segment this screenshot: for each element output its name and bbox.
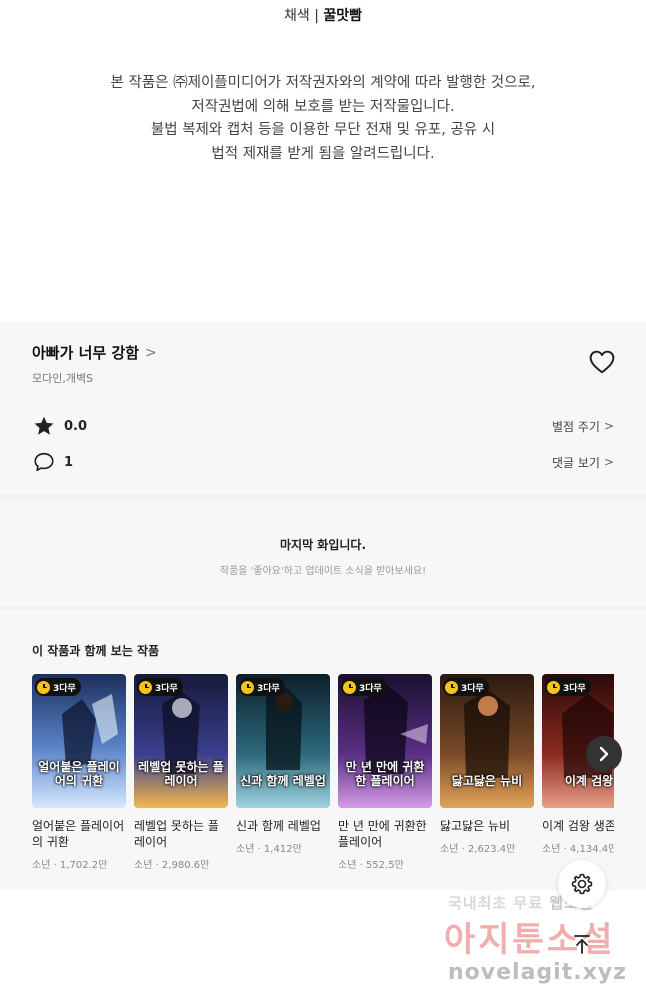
view-comments-button[interactable]: 댓글 보기 > — [552, 454, 614, 471]
cover-image: 만 년 만에 귀환한 플레이어 3다무 — [338, 674, 432, 808]
badge-label: 3다무 — [359, 683, 382, 694]
recommendation-meta: 소년 · 1,412만 — [236, 844, 302, 855]
scroll-top-button[interactable] — [558, 920, 606, 968]
wait-free-badge: 3다무 — [137, 678, 183, 696]
clock-icon — [547, 680, 560, 694]
recommendations-section: 이 작품과 함께 보는 작품 얼어붙은 플레이어의 귀환 3다무 얼어붙은 플레… — [0, 610, 646, 890]
star-icon — [32, 414, 56, 438]
recommendation-meta: 소년 · 1,702.2만 — [32, 860, 108, 871]
recommendation-title: 닳고닳은 뉴비 — [440, 819, 511, 833]
cover-title: 닳고닳은 뉴비 — [451, 774, 523, 788]
badge-label: 3다무 — [155, 683, 178, 694]
badge-label: 3다무 — [53, 683, 76, 694]
view-comments-label: 댓글 보기 — [551, 455, 600, 470]
series-info-panel: 아빠가 너무 강함 > 모다인,개벽S 0.0 별점 주기 > 1 댓글 보기 — [0, 322, 646, 890]
cover-image: 얼어붙은 플레이어의 귀환 3다무 — [32, 674, 126, 808]
rating-row: 0.0 별점 주기 > — [32, 414, 614, 438]
recommendation-title: 신과 함께 레벨업 — [236, 819, 321, 833]
chevron-right-icon — [599, 746, 609, 762]
notice-line: 본 작품은 ㈜제이플미디어가 저작권자와의 계약에 따라 발행한 것으로, — [110, 75, 536, 91]
last-episode-title: 마지막 화입니다. — [279, 538, 367, 552]
wait-free-badge: 3다무 — [35, 678, 81, 696]
copyright-notice: 본 작품은 ㈜제이플미디어가 저작권자와의 계약에 따라 발행한 것으로, 저작… — [0, 72, 646, 166]
heart-icon[interactable] — [589, 350, 615, 374]
cover-image: 닳고닳은 뉴비 3다무 — [440, 674, 534, 808]
recommendation-meta: 소년 · 2,623.4만 — [440, 844, 516, 855]
clock-icon — [241, 680, 254, 694]
recommendation-title: 이계 검왕 생존기 — [542, 819, 614, 833]
recommendation-meta: 소년 · 552.5만 — [338, 860, 404, 871]
cover-title: 이계 검왕 — [564, 774, 614, 788]
watermark: 국내최초 무료 웹소설 아지툰소설 novelagit.xyz — [420, 890, 640, 1000]
comment-icon — [32, 450, 56, 474]
cover-image: 레벨업 못하는 플레이어 3다무 — [134, 674, 228, 808]
recommendation-title: 레벨업 못하는 플레이어 — [134, 819, 219, 849]
recommendation-title: 만 년 만에 귀환한 플레이어 — [338, 819, 427, 849]
clock-icon — [445, 680, 458, 694]
credits-name: 꿀맛빰 — [323, 8, 363, 24]
recommendation-card[interactable]: 만 년 만에 귀환한 플레이어 3다무 만 년 만에 귀환한 플레이어 소년 ·… — [338, 674, 432, 871]
recommendation-title: 얼어붙은 플레이어의 귀환 — [32, 819, 125, 849]
notice-line: 법적 제재를 받게 됨을 알려드립니다. — [211, 145, 435, 162]
recommendation-card[interactable]: 레벨업 못하는 플레이어 3다무 레벨업 못하는 플레이어 소년 · 2,980… — [134, 674, 228, 871]
recommendation-card[interactable]: 닳고닳은 뉴비 3다무 닳고닳은 뉴비 소년 · 2,623.4만 — [440, 674, 534, 855]
settings-button[interactable] — [558, 860, 606, 908]
cover-image: 신과 함께 레벨업 3다무 — [236, 674, 330, 808]
recommendation-meta: 소년 · 2,980.6만 — [134, 860, 210, 871]
watermark-tagline-a: 국내최초 무료 — [448, 894, 544, 912]
wait-free-badge: 3다무 — [443, 678, 489, 696]
recommendation-meta: 소년 · 4,134.4만 — [542, 844, 614, 855]
wait-free-badge: 3다무 — [341, 678, 387, 696]
recommendation-card[interactable]: 신과 함께 레벨업 3다무 신과 함께 레벨업 소년 · 1,412만 — [236, 674, 330, 855]
cover-title: 얼어붙은 플레이어의 귀환 — [38, 760, 120, 788]
rating-value: 0.0 — [64, 418, 88, 434]
arrow-up-icon — [574, 935, 590, 954]
gear-icon — [571, 873, 593, 895]
cover-title: 만 년 만에 귀환한 플레이어 — [345, 760, 425, 788]
badge-label: 3다무 — [563, 683, 586, 694]
comment-count: 1 — [64, 454, 74, 470]
cover-title: 레벨업 못하는 플레이어 — [138, 760, 224, 788]
series-title-link[interactable]: 아빠가 너무 강함 > — [32, 342, 157, 363]
badge-label: 3다무 — [257, 683, 280, 694]
chevron-right-icon: > — [145, 344, 157, 361]
rate-button-label: 별점 주기 — [551, 419, 600, 434]
series-author: 모다인,개벽S — [32, 372, 94, 385]
series-card: 아빠가 너무 강함 > 모다인,개벽S 0.0 별점 주기 > 1 댓글 보기 — [0, 322, 646, 494]
clock-icon — [343, 680, 356, 694]
wait-free-badge: 3다무 — [545, 678, 591, 696]
series-title: 아빠가 너무 강함 — [32, 344, 140, 362]
recommendations-heading: 이 작품과 함께 보는 작품 — [32, 644, 160, 658]
credits: 채색 | 꿀맛빰 — [0, 0, 646, 30]
last-episode-subtitle: 작품을 '좋아요'하고 업데이트 소식을 받아보세요! — [219, 566, 427, 577]
credits-label: 채색 — [283, 8, 310, 24]
last-episode-notice: 마지막 화입니다. 작품을 '좋아요'하고 업데이트 소식을 받아보세요! — [0, 500, 646, 606]
notice-line: 불법 복제와 캡처 등을 이용한 무단 전재 및 유포, 공유 시 — [150, 122, 496, 138]
cover-title: 신과 함께 레벨업 — [240, 774, 326, 788]
carousel-next-button[interactable] — [586, 736, 622, 772]
wait-free-badge: 3다무 — [239, 678, 285, 696]
credits-divider: | — [314, 8, 324, 24]
clock-icon — [37, 680, 50, 694]
recommendations-carousel[interactable]: 얼어붙은 플레이어의 귀환 3다무 얼어붙은 플레이어의 귀환 소년 · 1,7… — [32, 674, 614, 884]
badge-label: 3다무 — [461, 683, 484, 694]
rate-button[interactable]: 별점 주기 > — [552, 418, 614, 435]
chevron-right-icon: > — [603, 419, 614, 433]
comment-row: 1 댓글 보기 > — [32, 450, 614, 474]
recommendation-card[interactable]: 얼어붙은 플레이어의 귀환 3다무 얼어붙은 플레이어의 귀환 소년 · 1,7… — [32, 674, 126, 871]
watermark-url: novelagit.xyz — [448, 960, 627, 985]
chevron-right-icon: > — [603, 455, 614, 469]
clock-icon — [139, 680, 152, 694]
notice-line: 저작권법에 의해 보호를 받는 저작물입니다. — [191, 98, 455, 115]
